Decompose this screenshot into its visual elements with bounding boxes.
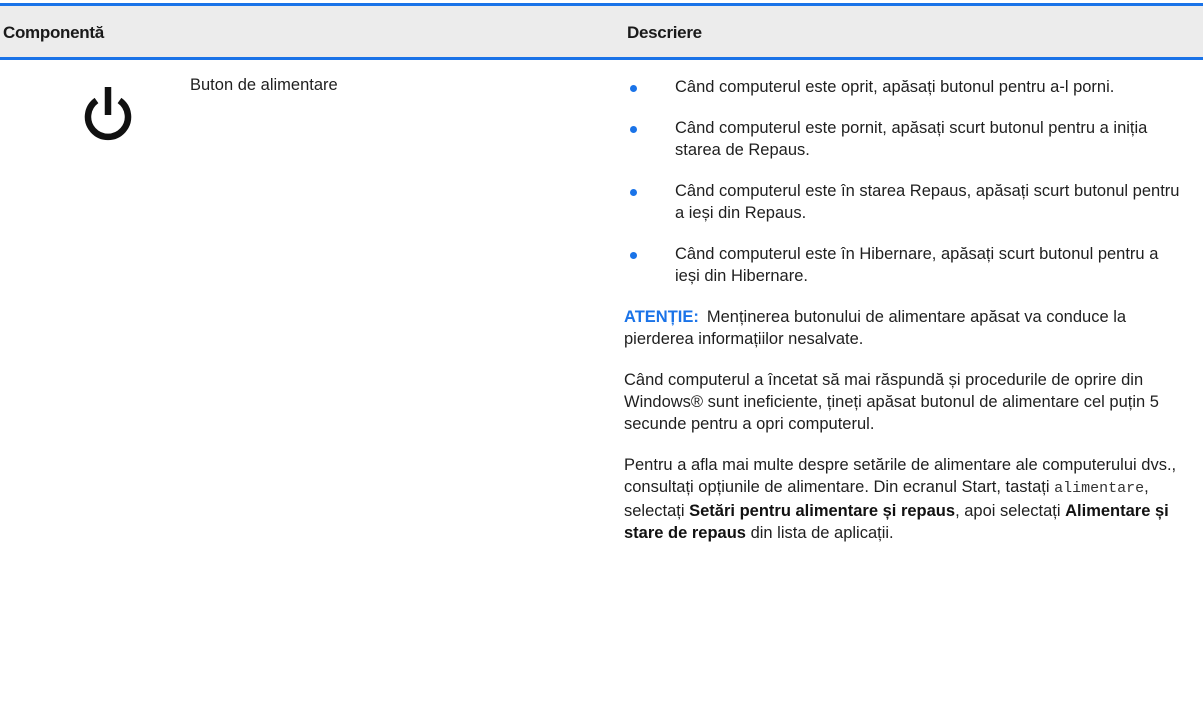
column-header-description: Descriere [627,23,702,42]
bullet-text: Când computerul este în starea Repaus, a… [675,182,1180,222]
bold-setting-name: Setări pentru alimentare și repaus [689,502,956,520]
bullet-text: Când computerul este în Hibernare, apăsa… [675,245,1159,285]
list-item: Când computerul este pornit, apăsați scu… [624,117,1184,161]
caution-text: Menținerea butonului de alimentare apăsa… [624,308,1127,348]
table-header: Componentă Descriere [0,6,1203,60]
code-keyword: alimentare [1054,480,1145,497]
caution-note: ATENȚIE: Menținerea butonului de alimenta… [624,306,1184,350]
bullet-dot-icon [630,252,637,259]
paragraph-text: din lista de aplicații. [745,524,894,542]
paragraph-text: , apoi selectați [955,502,1066,520]
bullet-list: Când computerul este oprit, apăsați buto… [624,76,1184,287]
bullet-dot-icon [630,85,637,92]
description-cell: Când computerul este oprit, apăsați buto… [624,76,1184,563]
bullet-dot-icon [630,126,637,133]
bullet-dot-icon [630,189,637,196]
power-icon [76,84,140,148]
bullet-text: Când computerul este pornit, apăsați scu… [675,119,1148,159]
paragraph-unresponsive: Când computerul a încetat să mai răspund… [624,371,1159,433]
component-name: Buton de alimentare [190,76,338,94]
paragraph-power-settings: Pentru a afla mai multe despre setările … [624,454,1184,544]
caution-label: ATENȚIE: [624,308,699,326]
column-header-component: Componentă [3,23,104,42]
list-item: Când computerul este în Hibernare, apăsa… [624,243,1184,287]
bullet-text: Când computerul este oprit, apăsați buto… [675,78,1115,96]
list-item: Când computerul este oprit, apăsați buto… [624,76,1184,98]
list-item: Când computerul este în starea Repaus, a… [624,180,1184,224]
